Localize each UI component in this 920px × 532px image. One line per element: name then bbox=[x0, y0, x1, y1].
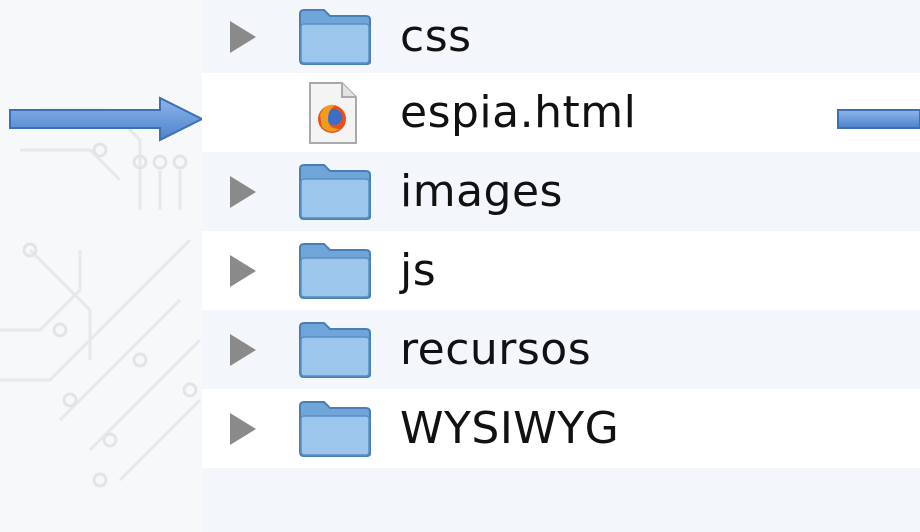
folder-icon bbox=[299, 321, 371, 378]
firefox-html-file-icon bbox=[309, 81, 357, 144]
item-label: images bbox=[400, 165, 563, 217]
disclosure-triangle-icon[interactable] bbox=[230, 254, 256, 287]
list-item-js[interactable]: js bbox=[202, 231, 920, 310]
list-item-recursos[interactable]: recursos bbox=[202, 310, 920, 389]
finder-file-list: css espia.html images js recursos WYSIWY… bbox=[202, 0, 920, 532]
item-label: css bbox=[400, 10, 472, 62]
list-item-images[interactable]: images bbox=[202, 152, 920, 231]
disclosure-triangle-icon[interactable] bbox=[230, 175, 256, 208]
right-arrow-icon bbox=[837, 109, 920, 129]
folder-icon bbox=[299, 8, 371, 65]
folder-icon bbox=[299, 163, 371, 220]
list-item-espia-html[interactable]: espia.html bbox=[202, 73, 920, 152]
screenshot-stage: css espia.html images js recursos WYSIWY… bbox=[0, 0, 920, 532]
item-label: js bbox=[400, 244, 437, 296]
left-arrow-icon bbox=[9, 96, 204, 142]
disclosure-triangle-icon[interactable] bbox=[230, 333, 256, 366]
list-item-css[interactable]: css bbox=[202, 0, 920, 73]
folder-icon bbox=[299, 242, 371, 299]
list-empty-row bbox=[202, 468, 920, 532]
disclosure-triangle-icon[interactable] bbox=[230, 412, 256, 445]
item-label: espia.html bbox=[400, 86, 637, 138]
item-label: recursos bbox=[400, 323, 592, 375]
item-label: WYSIWYG bbox=[400, 402, 620, 454]
list-item-wysiwyg[interactable]: WYSIWYG bbox=[202, 389, 920, 468]
disclosure-triangle-icon[interactable] bbox=[230, 20, 256, 53]
folder-icon bbox=[299, 400, 371, 457]
